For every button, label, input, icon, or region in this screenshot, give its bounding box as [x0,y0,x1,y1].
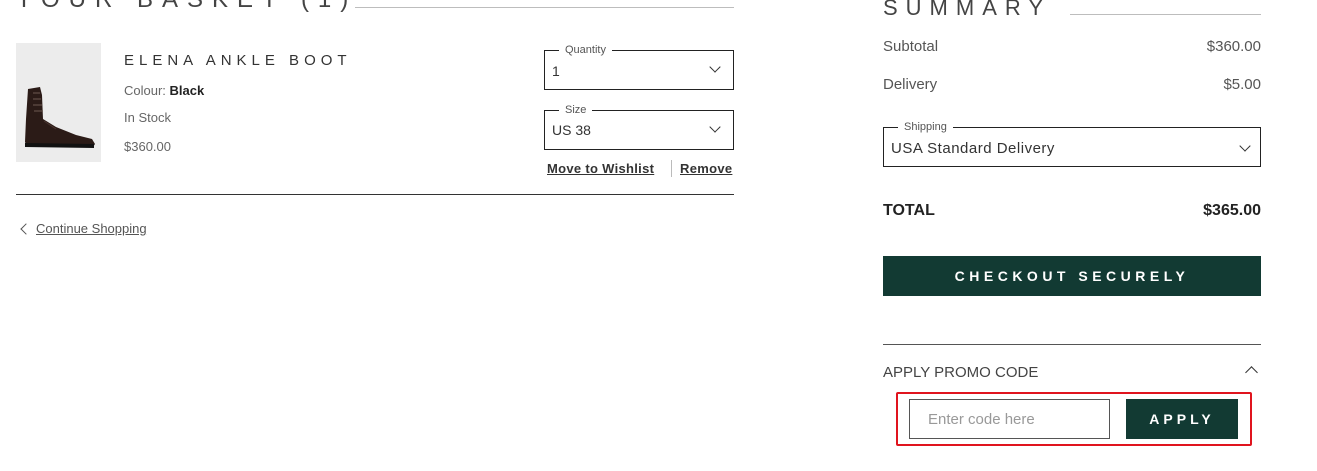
product-name[interactable]: ELENA ANKLE BOOT [124,52,352,69]
quantity-value: 1 [552,63,560,79]
continue-shopping-label: Continue Shopping [36,221,147,236]
chevron-down-icon [709,61,721,73]
summary-heading-rule [1070,14,1261,15]
basket-heading-rule [355,7,734,8]
size-legend: Size [559,103,593,117]
chevron-down-icon [1239,140,1251,152]
basket-divider [16,194,734,195]
basket-heading: YOUR BASKET (1) [16,0,357,14]
chevron-left-icon [20,222,32,235]
total-label: TOTAL [883,202,935,219]
shipping-legend: Shipping [898,120,953,134]
promo-divider [883,344,1261,345]
remove-link[interactable]: Remove [680,161,732,176]
subtotal-value: $360.00 [1206,38,1261,55]
product-price: $360.00 [124,139,171,154]
product-image[interactable] [16,43,101,162]
continue-shopping[interactable]: Continue Shopping [20,221,147,236]
chevron-down-icon [709,121,721,133]
colour-label: Colour: [124,83,166,98]
delivery-label: Delivery [883,76,938,93]
shipping-select[interactable]: Shipping USA Standard Delivery [883,120,1261,167]
apply-button[interactable]: APPLY [1126,399,1238,439]
move-to-wishlist-link[interactable]: Move to Wishlist [547,161,654,176]
subtotal-label: Subtotal [883,38,939,55]
delivery-value: $5.00 [1223,76,1261,93]
product-colour: Colour: Black [124,83,204,98]
promo-code-input[interactable] [909,399,1110,439]
summary-heading: SUMMARY [883,0,1052,20]
link-divider [671,160,672,177]
quantity-select[interactable]: Quantity 1 [544,43,734,90]
stock-status: In Stock [124,110,171,125]
size-select[interactable]: Size US 38 [544,103,734,150]
total-value: $365.00 [1203,202,1261,219]
chevron-up-icon[interactable] [1245,366,1258,379]
promo-toggle[interactable]: APPLY PROMO CODE [883,364,1038,381]
shipping-value: USA Standard Delivery [891,140,1055,157]
quantity-legend: Quantity [559,43,612,57]
checkout-button[interactable]: CHECKOUT SECURELY [883,256,1261,296]
size-value: US 38 [552,122,591,138]
colour-value: Black [169,83,205,98]
ankle-boot-icon [25,87,95,148]
